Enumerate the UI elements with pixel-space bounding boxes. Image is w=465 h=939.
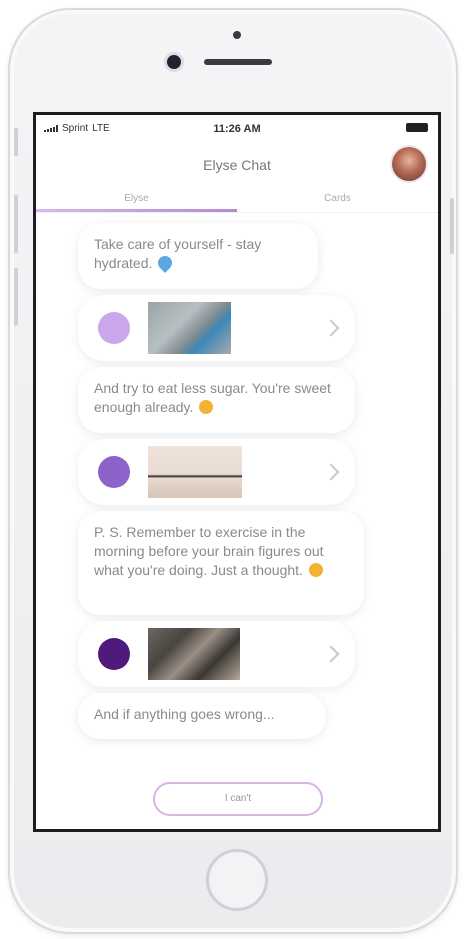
reply-button[interactable]: I can't bbox=[153, 782, 323, 816]
message-text: And if anything goes wrong... bbox=[94, 706, 275, 722]
chevron-right-icon bbox=[322, 463, 340, 481]
tab-elyse[interactable]: Elyse bbox=[36, 193, 237, 204]
chevron-right-icon bbox=[322, 645, 340, 663]
message-bubble: And try to eat less sugar. You're sweet … bbox=[78, 367, 355, 433]
avatar[interactable] bbox=[392, 147, 426, 181]
message-text: Take care of yourself - stay hydrated. bbox=[94, 236, 262, 271]
message-bubble: Take care of yourself - stay hydrated. bbox=[78, 223, 318, 289]
battery-icon bbox=[406, 123, 428, 132]
earpiece-speaker bbox=[204, 59, 272, 65]
mute-switch bbox=[14, 128, 18, 156]
proximity-sensor bbox=[233, 31, 241, 39]
card-dot bbox=[98, 312, 130, 344]
smiling-emoji-icon bbox=[199, 400, 214, 414]
status-time: 11:26 AM bbox=[213, 123, 261, 135]
app-screen: Sprint LTE 11:26 AM Elyse Chat Elyse Car… bbox=[33, 112, 441, 832]
content-card[interactable] bbox=[78, 621, 355, 687]
home-button[interactable] bbox=[206, 849, 268, 911]
message-text: P. S. Remember to exercise in the mornin… bbox=[94, 524, 324, 578]
content-card[interactable] bbox=[78, 439, 355, 505]
journal-desk-image bbox=[148, 628, 240, 680]
volume-down-button bbox=[14, 268, 18, 326]
chevron-right-icon bbox=[322, 319, 340, 337]
page-title: Elyse Chat bbox=[203, 157, 271, 173]
plank-exercise-image bbox=[148, 446, 242, 498]
message-bubble: P. S. Remember to exercise in the mornin… bbox=[78, 511, 364, 615]
droplet-icon bbox=[155, 253, 176, 273]
message-bubble: And if anything goes wrong... bbox=[78, 693, 326, 739]
card-dot bbox=[98, 456, 130, 488]
active-tab-indicator bbox=[36, 209, 237, 212]
grinning-emoji-icon bbox=[308, 563, 323, 577]
yoga-pose-image bbox=[148, 302, 231, 354]
tab-cards[interactable]: Cards bbox=[237, 193, 438, 204]
content-card[interactable] bbox=[78, 295, 355, 361]
front-camera bbox=[167, 55, 181, 69]
chat-header: Elyse Chat bbox=[36, 145, 438, 185]
card-dot bbox=[98, 638, 130, 670]
message-text: And try to eat less sugar. You're sweet … bbox=[94, 380, 331, 415]
status-bar: Sprint LTE 11:26 AM bbox=[36, 115, 438, 137]
power-button bbox=[450, 198, 454, 254]
volume-up-button bbox=[14, 195, 18, 253]
